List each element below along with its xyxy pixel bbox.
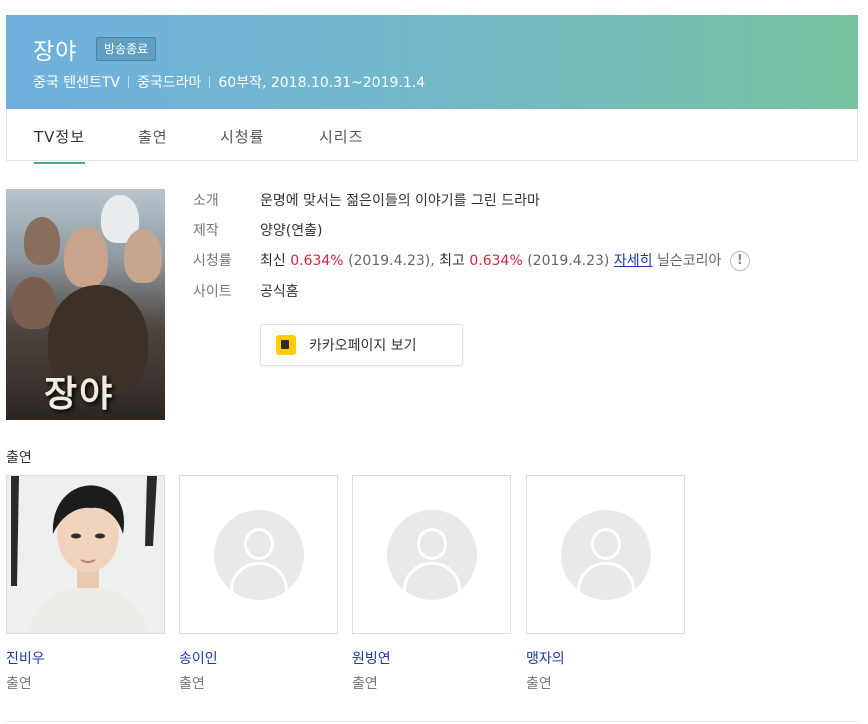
poster-logo: 장야	[44, 373, 115, 415]
official-site-link[interactable]: 공식홈	[260, 281, 299, 301]
production-label: 제작	[193, 223, 219, 239]
meta-divider	[127, 76, 129, 88]
status-badge: 방송종료	[96, 37, 157, 61]
tab-series[interactable]: 시리즈	[319, 126, 363, 147]
ratings-latest-date: (2019.4.23),	[348, 253, 435, 269]
cast-name-link[interactable]: 맹자의	[526, 648, 565, 668]
poster-figure	[124, 229, 162, 283]
cast-role: 출연	[526, 676, 552, 692]
info-icon[interactable]: !	[729, 251, 750, 271]
cast-role: 출연	[179, 676, 205, 692]
cast-name-link[interactable]: 원빙연	[352, 648, 391, 668]
cast-photo-placeholder[interactable]	[526, 475, 685, 634]
cast-name-link[interactable]: 진비우	[6, 648, 45, 668]
ratings-best-date: (2019.4.23)	[527, 253, 610, 269]
cast-heading: 출연	[6, 450, 32, 466]
person-placeholder-icon	[561, 510, 651, 600]
network-text: 중국 텐센트TV	[33, 75, 120, 91]
tab-ratings[interactable]: 시청률	[220, 126, 264, 147]
person-placeholder-icon	[214, 510, 304, 600]
program-title: 장야	[33, 39, 78, 65]
program-poster[interactable]: 장야	[6, 189, 165, 420]
production-text: 양양(연출)	[260, 223, 323, 239]
tab-bar: TV정보 출연 시청률 시리즈	[6, 109, 858, 164]
kakaopage-button[interactable]: 카카오페이지 보기	[260, 324, 463, 366]
cast-role: 출연	[352, 676, 378, 692]
ratings-values: 최신 0.634% (2019.4.23), 최고 0.634% (2019.4…	[260, 250, 750, 271]
cast-photo[interactable]	[6, 475, 165, 634]
cast-photo-placeholder[interactable]	[352, 475, 511, 634]
ratings-best-value: 0.634%	[469, 253, 523, 269]
person-placeholder-icon	[387, 510, 477, 600]
genre-text: 중국드라마	[136, 75, 202, 91]
poster-figure	[64, 227, 108, 287]
cast-photo-placeholder[interactable]	[179, 475, 338, 634]
meta-divider	[209, 76, 211, 88]
cast-role: 출연	[6, 676, 32, 692]
synopsis-label: 소개	[193, 193, 219, 209]
kakaopage-button-label: 카카오페이지 보기	[309, 338, 417, 354]
ratings-source: 닐슨코리아	[656, 253, 722, 269]
section-divider	[6, 721, 858, 722]
episodes-dates-text: 60부작, 2018.10.31~2019.1.4	[218, 75, 426, 91]
tab-cast[interactable]: 출연	[138, 126, 168, 147]
poster-figure	[24, 217, 60, 265]
site-label: 사이트	[193, 284, 232, 300]
kakaopage-icon	[276, 335, 296, 355]
ratings-best-label: 최고	[439, 253, 465, 269]
ratings-detail-link[interactable]: 자세히	[614, 253, 653, 269]
tab-tv-info[interactable]: TV정보	[34, 126, 86, 164]
header-banner: 장야 방송종료 중국 텐센트TV 중국드라마 60부작, 2018.10.31~…	[6, 15, 858, 109]
ratings-latest-label: 최신	[260, 253, 286, 269]
ratings-latest-value: 0.634%	[290, 253, 344, 269]
program-meta: 중국 텐센트TV 중국드라마 60부작, 2018.10.31~2019.1.4	[33, 72, 425, 92]
synopsis-text: 운명에 맞서는 젊은이들의 이야기를 그린 드라마	[260, 193, 540, 209]
ratings-label: 시청률	[193, 253, 232, 269]
poster-figure	[12, 277, 56, 329]
person-photo	[7, 476, 164, 633]
cast-name-link[interactable]: 송이인	[179, 648, 218, 668]
